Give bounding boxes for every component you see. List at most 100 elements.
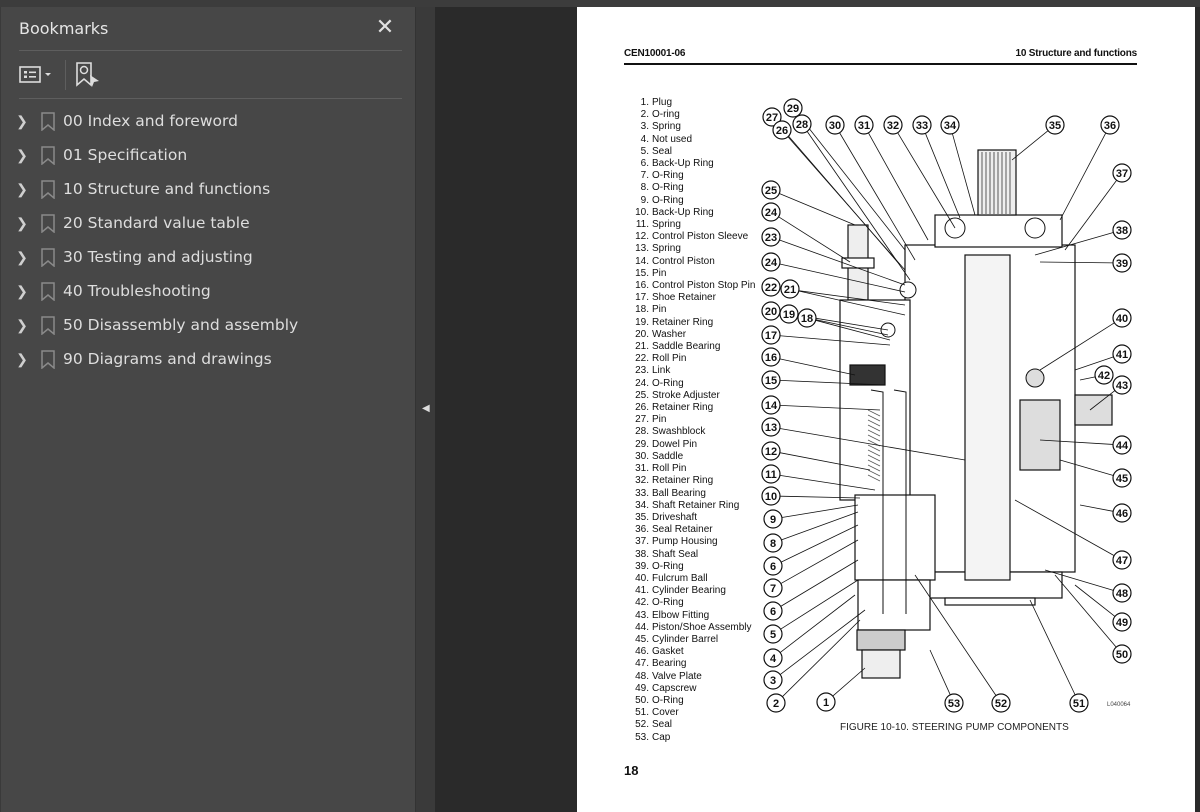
leader-line (1074, 584, 1116, 617)
callout-number: 37 (1116, 168, 1128, 180)
pump-part (849, 364, 886, 386)
close-icon[interactable]: ✕ (375, 16, 395, 38)
collapse-panel-icon[interactable]: ◀ (422, 403, 430, 414)
bookmark-icon (41, 145, 55, 165)
pump-part (854, 494, 936, 581)
callout-number: 46 (1116, 508, 1128, 520)
callout-number: 27 (766, 112, 778, 124)
callout-number: 53 (948, 698, 960, 710)
chevron-right-icon[interactable]: ❯ (13, 147, 31, 164)
pump-part (857, 579, 931, 631)
callout-number: 6 (770, 561, 776, 573)
leader-line (787, 136, 906, 271)
leader-line (778, 216, 851, 263)
pdf-page: CEN10001-06 10 Structure and functions 1… (577, 7, 1195, 812)
bookmark-label: 50 Disassembly and assembly (63, 316, 299, 334)
chevron-right-icon[interactable]: ❯ (13, 181, 31, 198)
pump-part (964, 254, 1011, 581)
page-number: 18 (624, 763, 639, 778)
bookmark-icon (41, 179, 55, 199)
callout-number: 7 (770, 583, 776, 595)
bookmark-icon (41, 213, 55, 233)
bookmark-icon (41, 349, 55, 369)
callout-number: 51 (1073, 698, 1085, 710)
callout-number: 2 (773, 698, 779, 710)
callout-number: 19 (783, 309, 795, 321)
bookmark-item[interactable]: ❯ 50 Disassembly and assembly (13, 310, 403, 340)
find-current-bookmark-icon (76, 62, 99, 87)
bookmark-label: 30 Testing and adjusting (63, 248, 253, 266)
leader-line (1054, 574, 1117, 648)
callout-number: 21 (784, 284, 796, 296)
callout-number: 32 (887, 120, 899, 132)
pump-part (861, 649, 901, 679)
callout-number: 4 (770, 653, 777, 665)
callout-number: 13 (765, 422, 777, 434)
bookmark-item[interactable]: ❯ 10 Structure and functions (13, 174, 403, 204)
bookmark-item[interactable]: ❯ 90 Diagrams and drawings (13, 344, 403, 374)
callout-number: 9 (770, 514, 776, 526)
leader-line (781, 511, 859, 541)
bookmarks-panel: Bookmarks ✕ ❯ 00 Index and foreword ❯ 01 Sp… (0, 7, 415, 812)
callout-number: 18 (801, 313, 813, 325)
find-current-bookmark-button[interactable] (75, 61, 101, 89)
leader-line (780, 524, 859, 563)
bookmark-item[interactable]: ❯ 40 Troubleshooting (13, 276, 403, 306)
bookmark-icon (41, 111, 55, 131)
callout-number: 17 (765, 330, 777, 342)
callout-number: 25 (765, 185, 777, 197)
list-options-button[interactable] (19, 64, 59, 86)
bookmark-item[interactable]: ❯ 20 Standard value table (13, 208, 403, 238)
callout-number: 34 (944, 120, 957, 132)
callout-number: 22 (765, 282, 777, 294)
list-options-icon (19, 66, 51, 83)
divider (19, 98, 402, 99)
leader-line (1079, 504, 1114, 512)
callout-number: 41 (1116, 349, 1128, 361)
callout-number: 5 (770, 629, 776, 641)
callout-number: 38 (1116, 225, 1128, 237)
pump-part (856, 629, 906, 651)
callout-number: 3 (770, 675, 776, 687)
panel-splitter[interactable]: ◀ (415, 7, 435, 812)
canvas-edge (1195, 7, 1200, 812)
bookmark-label: 20 Standard value table (63, 214, 250, 232)
chevron-right-icon[interactable]: ❯ (13, 249, 31, 266)
callout-number: 45 (1116, 473, 1128, 485)
divider (19, 50, 402, 51)
figure-id: L040064 (1107, 702, 1131, 708)
callout-number: 44 (1116, 440, 1129, 452)
leader-line (782, 619, 861, 697)
callout-number: 8 (770, 538, 776, 550)
chevron-right-icon[interactable]: ❯ (13, 113, 31, 130)
callout-number: 28 (796, 119, 808, 131)
leader-line (1029, 599, 1076, 696)
chevron-right-icon[interactable]: ❯ (13, 351, 31, 368)
chevron-right-icon[interactable]: ❯ (13, 215, 31, 232)
bookmark-label: 90 Diagrams and drawings (63, 350, 272, 368)
leader-line (779, 193, 856, 226)
callout-number: 6 (770, 606, 776, 618)
bookmark-item[interactable]: ❯ 00 Index and foreword (13, 106, 403, 136)
bookmark-item[interactable]: ❯ 30 Testing and adjusting (13, 242, 403, 272)
callout-number: 12 (765, 446, 777, 458)
callout-number: 43 (1116, 380, 1128, 392)
steering-pump-diagram: 29272826 30 31 32 33 34 35 36373839404142434445… (761, 98, 1132, 713)
leader-line (1079, 376, 1096, 381)
callout-number: 23 (765, 232, 777, 244)
chevron-right-icon[interactable]: ❯ (13, 317, 31, 334)
bookmark-item[interactable]: ❯ 01 Specification (13, 140, 403, 170)
callout-number: 30 (829, 120, 841, 132)
callout-number: 36 (1104, 120, 1116, 132)
callout-number: 49 (1116, 617, 1128, 629)
callout-number: 20 (765, 306, 777, 318)
leader-line (1011, 130, 1049, 161)
leader-line (779, 594, 856, 653)
leader-line (929, 649, 951, 695)
panel-title: Bookmarks (19, 19, 109, 38)
pump-part (944, 597, 1036, 606)
leader-line (897, 132, 956, 229)
leader-line (868, 132, 929, 241)
leader-line (952, 133, 976, 216)
chevron-right-icon[interactable]: ❯ (13, 283, 31, 300)
